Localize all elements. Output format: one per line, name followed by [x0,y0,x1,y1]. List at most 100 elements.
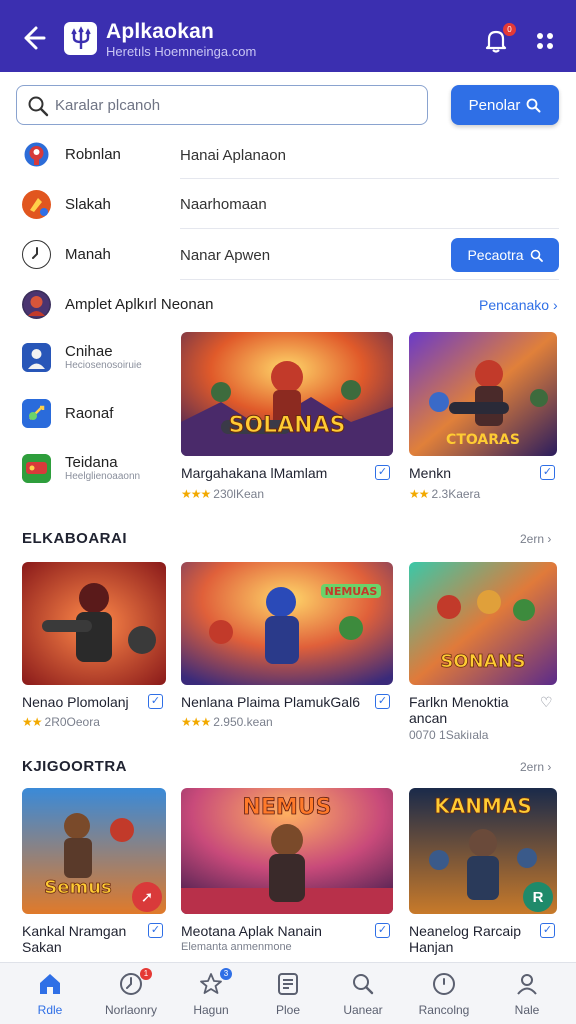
app-logo [64,22,97,55]
card-rating: ★★★ 2.950.kean [181,715,273,729]
rating-meta: 2.3Kaera [431,487,481,501]
search-button[interactable]: Penolar [451,85,559,125]
category-label: Teidana [65,454,118,471]
featured-card-image[interactable]: SOLANAS [181,332,393,456]
section-more-link[interactable]: 2ern › [520,760,551,774]
game-art-image: CTOARAS [409,332,557,456]
nav-item-favorites[interactable]: 3 Hagun [171,963,251,1024]
category-label: Cnihae [65,343,113,360]
clock-icon [22,239,51,269]
card-rating: ★★ 2.3Kaera [409,487,480,501]
row-divider [180,178,559,179]
game-card-image[interactable]: NEMUAS [181,562,393,685]
category-item-robnlan[interactable]: Robnlan [22,139,121,169]
nav-label: Hagun [193,1003,229,1017]
row-divider [180,279,559,280]
ranking-icon [433,973,455,995]
card-title: Margahakana lMamlam [181,465,328,481]
card-title: Kankal Nramgan Sakan [22,923,127,955]
nav-badge: 3 [220,968,232,980]
art-title: KANMAS [434,794,532,818]
chevron-right-icon: › [547,532,552,546]
card-title: Menkn [409,465,452,481]
rating-meta: 0070 1Sakiıala [409,728,489,742]
nav-item-profile[interactable]: Nale [487,963,567,1024]
grid-menu-icon[interactable] [532,28,558,54]
card-rating: ★★★ 230lKean [181,487,264,501]
category-sub: Heelglienoaaonn [65,471,141,482]
nav-label: Ploe [275,1003,301,1017]
search-icon [353,974,374,995]
blue-shield-icon [22,398,51,428]
nav-label: Rdle [37,1003,63,1017]
list-icon [278,973,298,995]
add-icon[interactable]: ➚ [132,882,162,912]
chevron-right-icon: › [547,760,552,774]
checkbox-icon[interactable]: ✓ [540,923,555,938]
card-rating: 0070 1Sakiıala [409,728,488,742]
category-item-teidana[interactable]: Teidana Heelglienoaaonn [22,453,140,483]
art-title: SOLANAS [229,413,346,438]
search-small-icon [526,98,541,112]
section-more-label: 2ern [520,760,545,774]
search-input[interactable] [55,92,415,118]
category-label: Slakah [65,195,111,213]
row-text[interactable]: Hanai Aplanaon [180,147,286,164]
nav-item-history[interactable]: 1 Norlaonry [91,963,171,1024]
category-label: Raonaf [65,404,114,422]
game-card-image[interactable]: Semus ➚ [22,788,166,914]
nav-label: Rancolng [418,1003,470,1017]
checkbox-icon[interactable]: ✓ [148,923,163,938]
game-art-image [22,562,166,685]
category-item-amplet[interactable]: Amplet Aplkırl Neonan [22,289,213,319]
category-item-slakah[interactable]: Slakah [22,189,111,219]
badge-r-icon[interactable]: R [523,882,553,912]
rating-meta: 230lKean [213,487,264,501]
search-icon [28,96,49,117]
game-art-image: NEMUAS [181,562,393,685]
section-more-label: 2ern [520,532,545,546]
card-title: Farlkn Menoktia ancan [409,694,509,726]
nav-item-ranking[interactable]: Rancolng [404,963,484,1024]
heart-icon[interactable]: ♡ [540,694,553,711]
section-more-link[interactable]: 2ern › [520,532,551,546]
checkbox-icon[interactable]: ✓ [375,923,390,938]
card-title: Nenao Plomolanj [22,694,129,710]
checkbox-icon[interactable]: ✓ [148,694,163,709]
game-card-image[interactable]: SONANS [409,562,557,685]
nav-item-list[interactable]: Ploe [248,963,328,1024]
game-art-image: NEMUS [181,788,393,914]
row-action-button[interactable]: Pecaotra [451,238,559,272]
card-title: Neanelog Rarcaip Hanjan [409,923,522,955]
category-label: Robnlan [65,145,121,163]
featured-card-image[interactable]: CTOARAS [409,332,557,456]
home-icon [40,974,60,994]
row-text[interactable]: Naarhomaan [180,196,267,213]
nav-label: Norlaonry [104,1003,158,1017]
card-subtitle: Elemanta anmenmone [181,941,292,953]
nav-item-home[interactable]: Rdle [10,963,90,1024]
orange-game-icon [22,189,51,219]
game-card-image[interactable]: NEMUS [181,788,393,914]
checkbox-icon[interactable]: ✓ [375,694,390,709]
bottom-navigation: Rdle 1 Norlaonry 3 Hagun Ploe Uanear Ran… [0,962,576,1024]
game-card-image[interactable]: KANMAS R [409,788,557,914]
red-circle-icon [22,139,51,169]
blue-hero-icon [22,342,51,372]
row-text[interactable]: Nanar Apwen [180,247,270,264]
category-item-raonaf[interactable]: Raonaf [22,398,113,428]
back-arrow-icon[interactable] [16,22,48,54]
game-card-image[interactable] [22,562,166,685]
nav-item-search[interactable]: Uanear [323,963,403,1024]
game-art-image: SOLANAS [181,332,393,456]
card-rating: ★★ 2R0Oeora [22,715,100,729]
app-subtitle: Heretıls Hoemneinga.com [106,44,257,59]
hero-avatar-icon [22,289,51,319]
category-item-cnihae[interactable]: Cnihae Heciosenosoiruie [22,342,142,372]
checkbox-icon[interactable]: ✓ [375,465,390,480]
more-link[interactable]: Pencanako › [479,297,558,313]
checkbox-icon[interactable]: ✓ [540,465,555,480]
app-header: Aplkaokan Heretıls Hoemneinga.com 0 [0,0,576,72]
category-item-manah[interactable]: Manah [22,239,111,269]
section-title: KJIGOORTRA [22,758,128,775]
